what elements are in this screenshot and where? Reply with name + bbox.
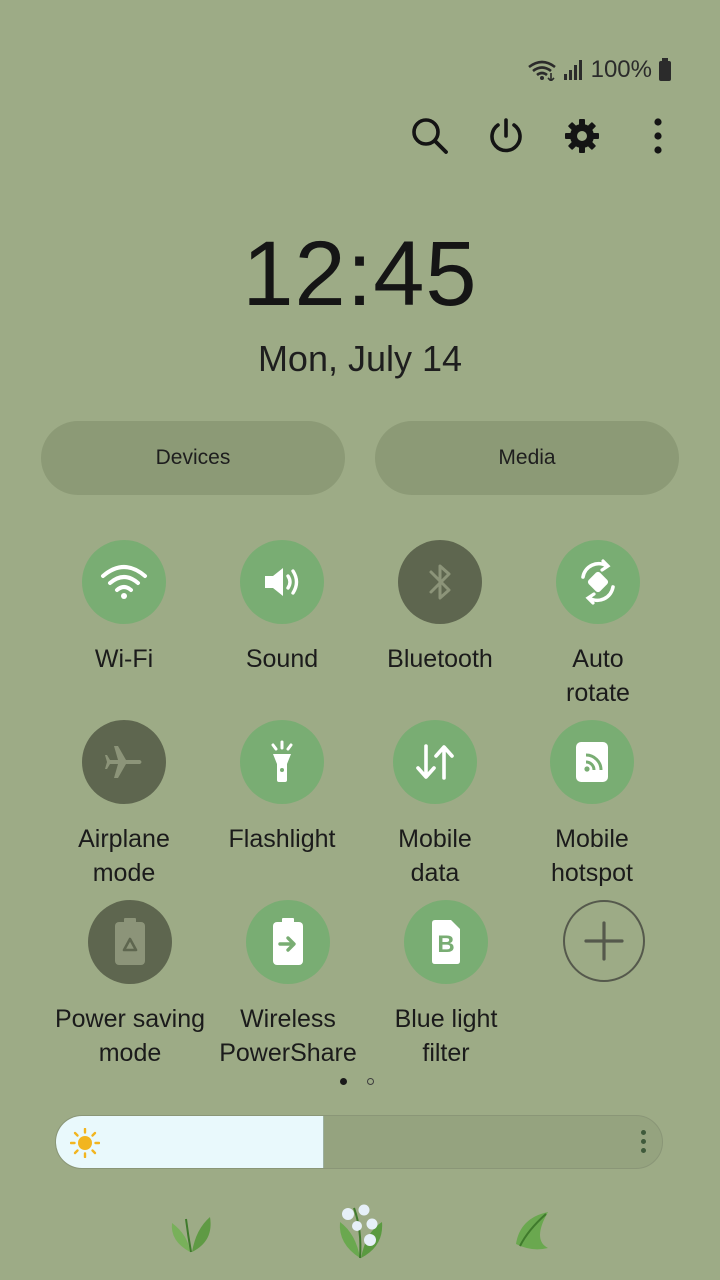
power-saving-icon[interactable] bbox=[88, 900, 172, 984]
tile-label: Mobile data bbox=[398, 825, 472, 887]
tile-label: Flashlight bbox=[228, 825, 336, 853]
hotspot-icon[interactable] bbox=[550, 720, 634, 804]
leaf-icon bbox=[512, 1208, 552, 1257]
wifi-icon bbox=[527, 59, 557, 81]
tile-label: Bluetooth bbox=[387, 645, 493, 673]
tile-mobile-data[interactable]: Mobile data bbox=[350, 720, 520, 890]
tile-wireless-powershare[interactable]: Wireless PowerShare bbox=[203, 900, 373, 1070]
clock-date[interactable]: Mon, July 14 bbox=[0, 338, 720, 380]
tile-mobile-hotspot[interactable]: Mobile hotspot bbox=[507, 720, 677, 890]
tile-add[interactable] bbox=[519, 900, 689, 1000]
quick-panel-actions bbox=[410, 112, 678, 160]
tile-label: Wireless PowerShare bbox=[219, 1005, 357, 1067]
media-button[interactable]: Media bbox=[375, 421, 679, 495]
leaf-sprout-icon bbox=[166, 1205, 216, 1260]
blue-light-filter-icon[interactable]: B bbox=[404, 900, 488, 984]
auto-rotate-icon[interactable] bbox=[556, 540, 640, 624]
tile-label: Auto rotate bbox=[566, 645, 630, 707]
settings-icon[interactable] bbox=[562, 112, 602, 160]
more-options-icon[interactable] bbox=[638, 112, 678, 160]
brightness-more-icon[interactable] bbox=[641, 1130, 646, 1153]
search-icon[interactable] bbox=[410, 112, 450, 160]
tile-power-saving-mode[interactable]: Power saving mode bbox=[45, 900, 215, 1070]
airplane-icon[interactable] bbox=[82, 720, 166, 804]
devices-button[interactable]: Devices bbox=[41, 421, 345, 495]
wireless-powershare-icon[interactable] bbox=[246, 900, 330, 984]
tile-label: Sound bbox=[245, 645, 319, 673]
tile-bluetooth[interactable]: Bluetooth bbox=[355, 540, 525, 676]
wifi-icon[interactable] bbox=[82, 540, 166, 624]
tile-sound[interactable]: Sound bbox=[197, 540, 367, 676]
tile-auto-rotate[interactable]: Auto rotate bbox=[513, 540, 683, 710]
battery-text: 100% bbox=[590, 56, 652, 83]
power-icon[interactable] bbox=[486, 112, 526, 160]
tile-label: Power saving mode bbox=[54, 1005, 206, 1067]
svg-text:B: B bbox=[437, 931, 454, 958]
tile-blue-light-filter[interactable]: B Blue light filter bbox=[361, 900, 531, 1070]
brightness-slider[interactable] bbox=[55, 1115, 663, 1169]
tile-label: Blue light filter bbox=[394, 1005, 498, 1067]
flashlight-icon[interactable] bbox=[240, 720, 324, 804]
bluetooth-icon[interactable] bbox=[398, 540, 482, 624]
clock-time[interactable]: 12:45 bbox=[0, 222, 720, 327]
tile-label: Wi-Fi bbox=[94, 645, 154, 673]
page-dot-1[interactable] bbox=[340, 1078, 347, 1085]
battery-icon bbox=[658, 58, 672, 82]
tile-airplane-mode[interactable]: Airplane mode bbox=[39, 720, 209, 890]
tile-label: Mobile hotspot bbox=[550, 825, 633, 887]
mobile-data-icon[interactable] bbox=[393, 720, 477, 804]
signal-icon bbox=[563, 59, 585, 81]
page-dot-2[interactable] bbox=[367, 1078, 374, 1085]
page-indicator[interactable] bbox=[340, 1078, 374, 1085]
brightness-sun-icon bbox=[69, 1127, 101, 1163]
add-tile-icon[interactable] bbox=[563, 900, 645, 982]
tile-wifi[interactable]: Wi-Fi bbox=[39, 540, 209, 676]
tile-flashlight[interactable]: Flashlight bbox=[197, 720, 367, 856]
sound-icon[interactable] bbox=[240, 540, 324, 624]
status-bar: 100% bbox=[527, 56, 672, 84]
tile-label: Airplane mode bbox=[78, 825, 170, 887]
lily-of-the-valley-icon bbox=[330, 1200, 390, 1265]
